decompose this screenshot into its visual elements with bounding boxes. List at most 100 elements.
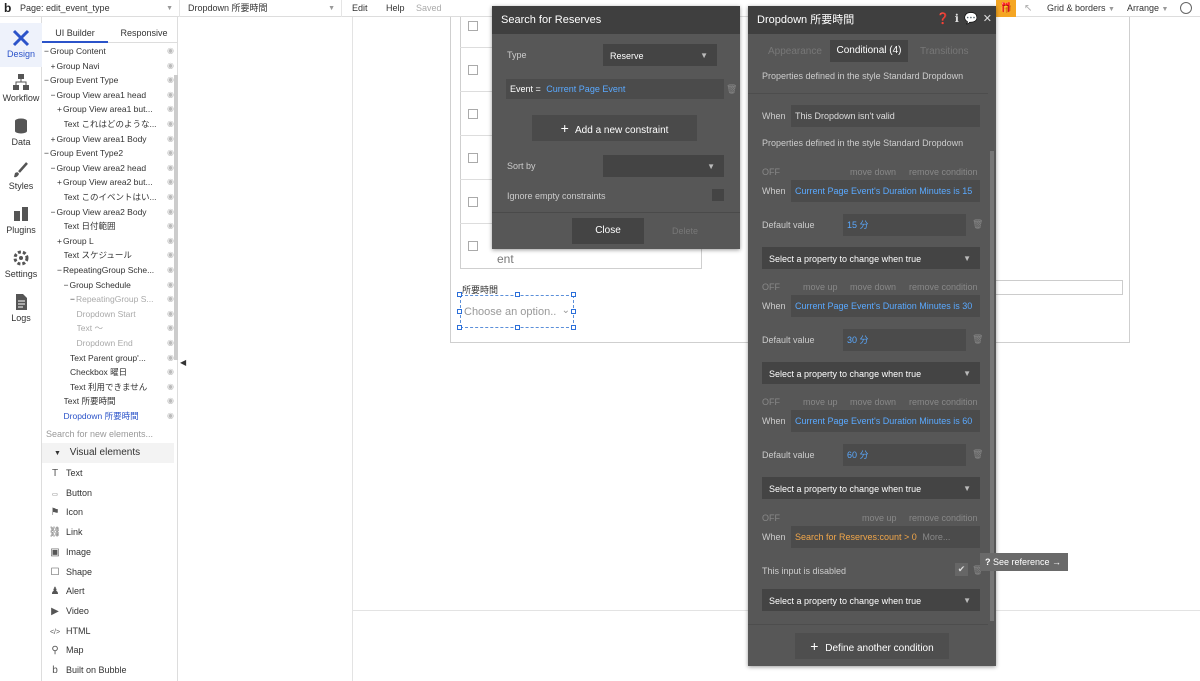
collapse-icon[interactable]: − <box>44 46 49 56</box>
off-label[interactable]: OFF <box>762 513 780 523</box>
condition-expression-4[interactable]: Search for Reserves:count > 0 More... <box>791 526 980 548</box>
remove-condition-button[interactable]: remove condition <box>909 282 978 292</box>
remove-condition-button[interactable]: remove condition <box>909 397 978 407</box>
eye-icon[interactable]: ◉ <box>167 278 174 292</box>
help-circle-icon[interactable] <box>1180 2 1192 14</box>
select-property-dropdown[interactable]: Select a property to change when true ▼ <box>762 362 980 384</box>
eye-icon[interactable]: ◉ <box>167 321 174 335</box>
eye-icon[interactable]: ◉ <box>167 248 174 262</box>
nav-workflow[interactable]: Workflow <box>0 67 42 111</box>
nav-plugins[interactable]: Plugins <box>0 199 42 243</box>
tree-item[interactable]: +Group Navi ◉ <box>51 59 175 73</box>
constraint-row[interactable]: Event = Current Page Event <box>506 79 724 99</box>
condition-expression-1[interactable]: Current Page Event's Duration Minutes is… <box>791 180 980 202</box>
tree-item[interactable]: +Group View area1 Body ◉ <box>51 132 175 146</box>
tree-item[interactable]: −Group View area1 head ◉ <box>51 88 175 102</box>
condition-expression-2[interactable]: Current Page Event's Duration Minutes is… <box>791 295 980 317</box>
trash-icon[interactable]: 🗑 <box>972 219 983 230</box>
collapse-arrow-icon[interactable]: ◀ <box>180 358 186 367</box>
eye-icon[interactable]: ◉ <box>167 307 174 321</box>
tree-item[interactable]: Text 利用できません ◉ <box>70 380 174 394</box>
tree-item[interactable]: −Group View area2 Body ◉ <box>51 205 175 219</box>
row-checkbox[interactable] <box>468 21 478 31</box>
delete-button[interactable]: Delete <box>672 226 698 236</box>
tree-item[interactable]: −Group Schedule ◉ <box>64 278 175 292</box>
move-up-button[interactable]: move up <box>803 397 838 407</box>
eye-icon[interactable]: ◉ <box>167 59 174 73</box>
off-label[interactable]: OFF <box>762 282 780 292</box>
move-down-button[interactable]: move down <box>850 167 896 177</box>
info-icon[interactable]: ℹ <box>955 13 959 25</box>
collapse-icon[interactable]: − <box>70 294 75 304</box>
define-another-condition-button[interactable]: + Define another condition <box>795 633 949 659</box>
tree-item[interactable]: +Group View area1 but... ◉ <box>57 102 174 116</box>
resize-handle[interactable] <box>457 325 462 330</box>
menu-help[interactable]: Help <box>386 0 405 17</box>
tree-item[interactable]: Text 所要時間 ◉ <box>64 394 175 408</box>
collapse-icon[interactable]: − <box>57 265 62 275</box>
palette-item[interactable]: ☐ Shape <box>42 562 178 582</box>
add-constraint-button[interactable]: + Add a new constraint <box>532 115 697 141</box>
eye-icon[interactable]: ◉ <box>167 351 174 365</box>
expand-icon[interactable]: + <box>57 236 62 246</box>
palette-item[interactable]: ▭ Button <box>42 483 178 503</box>
help-icon[interactable]: ❓ <box>936 13 950 25</box>
tree-item[interactable]: Dropdown End ◉ <box>77 336 175 350</box>
panel-scrollbar[interactable] <box>990 151 994 621</box>
move-up-button[interactable]: move up <box>803 282 838 292</box>
eye-icon[interactable]: ◉ <box>167 292 174 306</box>
trash-icon[interactable]: 🗑 <box>972 334 983 345</box>
tree-item[interactable]: Text これはどのような... ◉ <box>64 117 175 131</box>
tree-item[interactable]: Checkbox 曜日 ◉ <box>70 365 174 379</box>
row-checkbox[interactable] <box>468 153 478 163</box>
element-selector[interactable]: Dropdown 所要時間 ▼ <box>182 0 342 17</box>
arrange-menu[interactable]: Arrange ▼ <box>1127 0 1168 17</box>
nav-data[interactable]: Data <box>0 111 42 155</box>
eye-icon[interactable]: ◉ <box>167 234 174 248</box>
more-link[interactable]: More... <box>922 532 950 542</box>
expand-icon[interactable]: + <box>57 104 62 114</box>
menu-edit[interactable]: Edit <box>352 0 368 17</box>
bubble-logo-icon[interactable]: b <box>4 0 11 17</box>
move-down-button[interactable]: move down <box>850 397 896 407</box>
eye-icon[interactable]: ◉ <box>167 380 174 394</box>
search-elements-input[interactable]: Search for new elements... <box>46 426 172 442</box>
tree-item[interactable]: −Group View area2 head ◉ <box>51 161 175 175</box>
cursor-icon[interactable]: ↖ <box>1024 0 1032 17</box>
default-value-field-3[interactable]: 60 分 <box>843 444 966 466</box>
resize-handle[interactable] <box>515 325 520 330</box>
tab-conditional[interactable]: Conditional (4) <box>830 40 908 62</box>
resize-handle[interactable] <box>515 292 520 297</box>
page-selector[interactable]: Page: edit_event_type ▼ <box>14 0 180 17</box>
palette-item[interactable]: ♟ Alert <box>42 581 178 601</box>
off-label[interactable]: OFF <box>762 397 780 407</box>
row-checkbox[interactable] <box>468 65 478 75</box>
palette-item[interactable]: ⚑ Icon <box>42 502 178 522</box>
duration-dropdown[interactable]: Choose an option.. ⌄ <box>460 295 574 328</box>
comment-icon[interactable]: 💬 <box>964 13 978 25</box>
tree-item[interactable]: Text 〜 ◉ <box>77 321 175 335</box>
select-property-dropdown[interactable]: Select a property to change when true ▼ <box>762 589 980 611</box>
visual-elements-header[interactable]: ▼ Visual elements <box>42 443 174 463</box>
collapse-icon[interactable]: − <box>51 163 56 173</box>
trash-icon[interactable]: 🗑 <box>726 84 737 95</box>
nav-settings[interactable]: Settings <box>0 243 42 287</box>
sort-by-select[interactable]: ▼ <box>603 155 724 177</box>
row-checkbox[interactable] <box>468 241 478 251</box>
tab-transitions[interactable]: Transitions <box>920 46 969 57</box>
collapse-icon[interactable]: − <box>44 75 49 85</box>
eye-icon[interactable]: ◉ <box>167 132 174 146</box>
move-up-button[interactable]: move up <box>862 513 897 523</box>
palette-item[interactable]: ▣ Image <box>42 542 178 562</box>
select-property-dropdown[interactable]: Select a property to change when true ▼ <box>762 477 980 499</box>
eye-icon[interactable]: ◉ <box>167 205 174 219</box>
tree-item[interactable]: Dropdown 所要時間 ◉ <box>64 409 175 423</box>
palette-item[interactable]: b Built on Bubble <box>42 660 178 680</box>
row-checkbox[interactable] <box>468 197 478 207</box>
tree-item[interactable]: −Group Event Type2 ◉ <box>44 146 174 160</box>
gift-icon[interactable]: 🎁 <box>996 0 1016 17</box>
grid-borders-menu[interactable]: Grid & borders ▼ <box>1047 0 1115 17</box>
eye-icon[interactable]: ◉ <box>167 146 174 160</box>
palette-item[interactable]: ⚲ Map <box>42 640 178 660</box>
disabled-checkbox[interactable]: ✔ <box>955 563 968 576</box>
